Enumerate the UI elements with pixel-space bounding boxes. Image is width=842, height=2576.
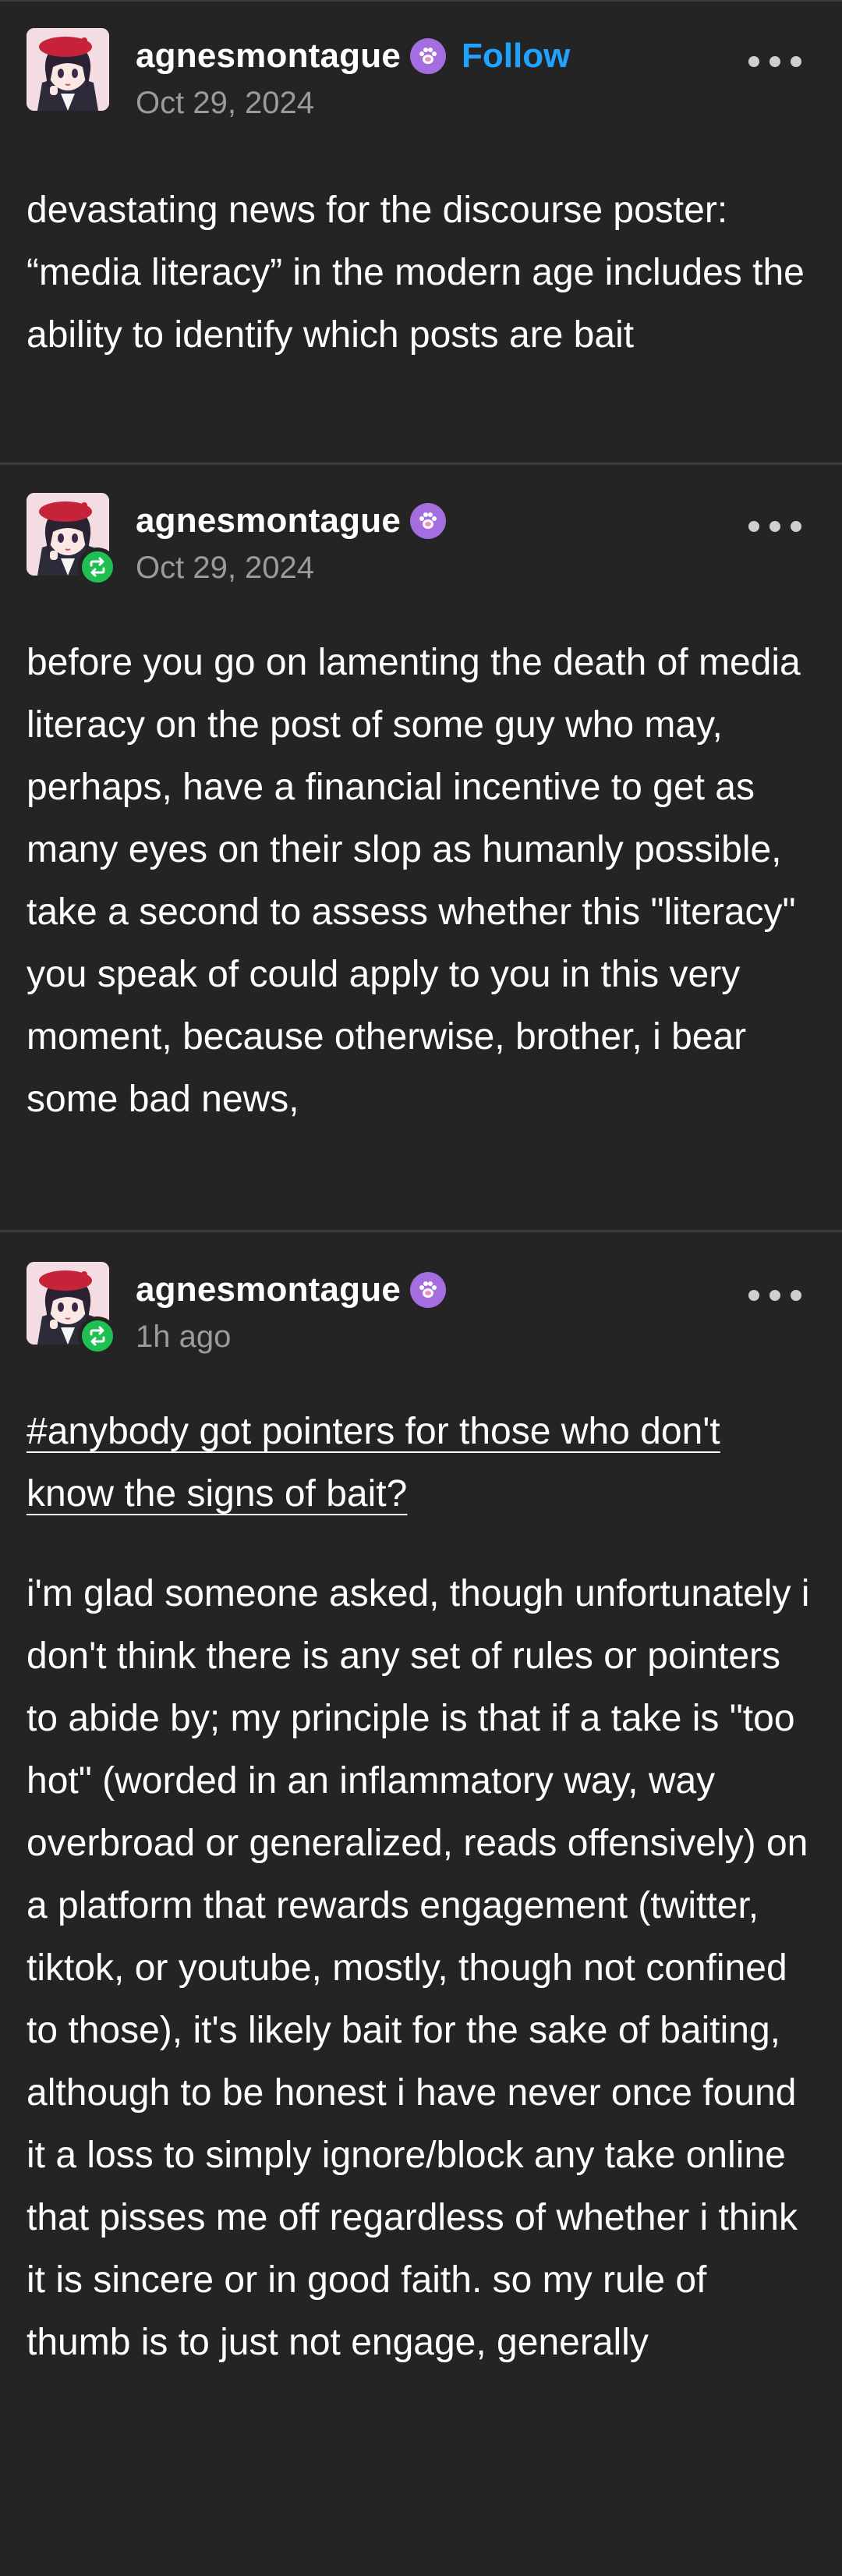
- author-row: agnesmontague: [136, 1268, 446, 1312]
- post-header: agnesmontague 1h ago: [0, 1262, 842, 1379]
- post-1: agnesmontague Follow Oct 29, 2024 devast…: [0, 28, 842, 465]
- post-3: agnesmontague 1h ago #anybody got pointe…: [0, 1232, 842, 2576]
- follow-button[interactable]: Follow: [462, 37, 570, 76]
- username[interactable]: agnesmontague: [136, 1270, 401, 1309]
- avatar-image: [27, 28, 109, 111]
- username[interactable]: agnesmontague: [136, 501, 401, 540]
- more-options-icon[interactable]: [748, 1287, 801, 1304]
- top-divider: [0, 0, 842, 2]
- post-2: agnesmontague Oct 29, 2024 before you go…: [0, 465, 842, 1232]
- avatar[interactable]: [27, 28, 109, 111]
- author-row: agnesmontague: [136, 499, 446, 543]
- post-date[interactable]: Oct 29, 2024: [136, 551, 314, 586]
- post-date[interactable]: Oct 29, 2024: [136, 86, 314, 121]
- post-tag[interactable]: #anybody got pointers for those who don'…: [27, 1401, 814, 1525]
- reblog-icon: [78, 547, 117, 586]
- username[interactable]: agnesmontague: [136, 37, 401, 76]
- post-body: i'm glad someone asked, though unfortuna…: [27, 1573, 810, 2363]
- paw-badge-icon: [410, 38, 446, 74]
- more-options-icon[interactable]: [748, 53, 801, 70]
- post-header: agnesmontague Oct 29, 2024: [0, 493, 842, 610]
- reblog-icon: [78, 1316, 117, 1355]
- post-body: before you go on lamenting the death of …: [27, 642, 801, 1120]
- author-row: agnesmontague Follow: [136, 34, 570, 78]
- post-body: devastating news for the discourse poste…: [27, 190, 805, 356]
- post-date[interactable]: 1h ago: [136, 1320, 231, 1355]
- post-header: agnesmontague Follow Oct 29, 2024: [0, 28, 842, 145]
- paw-badge-icon: [410, 503, 446, 539]
- paw-badge-icon: [410, 1272, 446, 1308]
- more-options-icon[interactable]: [748, 518, 801, 535]
